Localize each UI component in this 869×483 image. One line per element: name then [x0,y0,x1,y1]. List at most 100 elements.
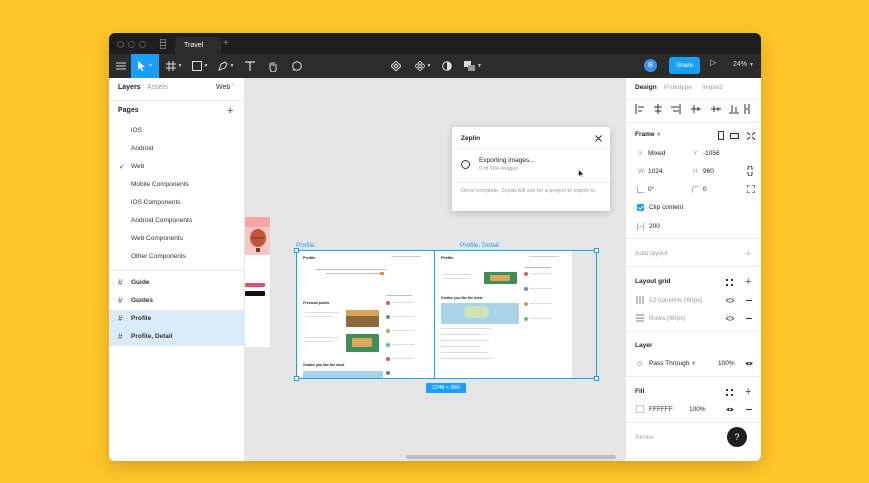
layer-profile[interactable]: # Profile [109,310,245,328]
divider [109,100,245,101]
hand-tool-button[interactable] [265,54,281,78]
toolbar: ▼ ▼ ▼ ▼ ▼ ▼ [109,54,761,78]
mask-button[interactable] [439,54,455,78]
y-input[interactable]: -1056 [703,150,720,157]
layer-label: Guides [131,297,154,304]
close-window-icon[interactable] [117,41,124,48]
fill-styles-icon[interactable] [726,389,733,396]
page-item-android[interactable]: Android [131,145,153,152]
portrait-icon[interactable] [718,131,724,140]
tab-assets[interactable]: Assets [147,84,168,91]
canvas[interactable]: Profile Profile, Detail Profile Previous… [245,78,625,461]
resize-handle[interactable] [294,248,299,253]
stroke-section-title: Stroke [635,434,654,441]
layer-section-title: Layer [635,342,653,349]
remove-grid-icon[interactable] [746,300,752,301]
page-item-mobile-components[interactable]: Mobile Components [131,181,189,188]
layer-label: Profile [131,315,152,322]
component-icon [391,61,401,71]
layer-opacity-input[interactable]: 100% [718,360,735,367]
zeplin-dialog: Zeplin Exporting images... 0 of 164 imag… [452,127,610,211]
present-play-icon[interactable]: ▷ [710,58,716,67]
page-item-other-components[interactable]: Other Components [131,253,186,260]
eye-icon[interactable] [745,361,753,366]
w-input[interactable]: 1024 [648,168,662,175]
tab-design[interactable]: Design [635,84,657,91]
independent-corners-icon[interactable] [747,185,755,193]
menu-icon[interactable] [112,54,130,78]
frame-section-title[interactable]: Frame ▼ [635,131,661,138]
page-item-web-components[interactable]: Web Components [131,235,183,242]
spacing-input[interactable]: 200 [649,223,660,230]
frame-label-profile-detail[interactable]: Profile, Detail [460,242,499,249]
blend-mode-dropdown[interactable]: Pass Through ▼ [649,360,696,367]
layer-profile-detail[interactable]: # Profile, Detail [109,328,245,346]
frame-tool-button[interactable]: ▼ [163,54,185,78]
help-button[interactable]: ? [727,427,747,447]
tab-layers[interactable]: Layers [118,84,141,91]
selection-box[interactable] [296,250,597,379]
pen-tool-button[interactable]: ▼ [215,54,237,78]
grid-columns-label[interactable]: 12 columns (60px) [649,297,702,304]
resize-to-fit-icon[interactable] [747,132,755,140]
minimize-window-icon[interactable] [128,41,135,48]
resize-handle[interactable] [594,376,599,381]
remove-fill-icon[interactable] [746,409,752,410]
grid-styles-icon[interactable] [726,279,733,286]
boolean-button[interactable]: ▼ [462,54,484,78]
page-item-android-components[interactable]: Android Components [131,217,192,224]
comment-tool-button[interactable] [289,54,305,78]
text-tool-button[interactable] [242,54,258,78]
add-page-icon[interactable]: + [227,106,233,117]
fill-opacity-input[interactable]: 100% [689,406,706,413]
fill-color-swatch[interactable] [636,405,644,413]
offscreen-frame[interactable] [245,217,270,347]
layer-guide[interactable]: # Guide [109,274,245,292]
shape-tool-button[interactable]: ▼ [189,54,211,78]
fill-hex-input[interactable]: FFFFFF [649,406,673,413]
share-button[interactable]: Share [669,57,700,74]
left-panel: Layers Assets Web ˆ Pages + iOS Android … [109,78,245,461]
remove-grid-icon[interactable] [746,318,752,319]
eye-icon[interactable] [726,407,734,412]
add-fill-icon[interactable]: + [745,387,751,398]
landscape-icon [730,133,739,139]
page-item-web[interactable]: Web [131,163,144,170]
zoom-dropdown[interactable]: 24% ▼ [733,61,754,68]
new-tab-button[interactable]: + [223,37,229,51]
add-auto-layout-icon[interactable]: + [745,249,751,260]
tab-travel[interactable]: Travel [175,37,221,54]
hot-air-balloon-icon [250,229,266,252]
constrain-proportions-icon[interactable] [747,166,753,176]
resize-handle[interactable] [294,376,299,381]
layer-guides[interactable]: # Guides [109,292,245,310]
x-input[interactable]: Mixed [648,150,665,157]
maximize-window-icon[interactable] [139,41,146,48]
right-panel: Design Prototype Inspect Frame ▼ X Mixed… [625,78,761,461]
tab-inspect[interactable]: Inspect [702,84,723,91]
user-avatar[interactable]: B [644,59,657,72]
create-component-button[interactable]: ▼ [412,54,434,78]
resize-handle[interactable] [594,248,599,253]
w-label: W [638,168,645,175]
corner-radius-input[interactable]: 0 [703,186,707,193]
grid-rows-label[interactable]: Rows (60px) [649,315,685,322]
page-item-ios-components[interactable]: iOS Components [131,199,181,206]
add-layout-grid-icon[interactable]: + [745,277,751,288]
alignment-toolbar[interactable] [635,104,755,114]
horizontal-scrollbar[interactable] [406,455,616,459]
visibility-icon[interactable] [726,316,734,321]
page-item-ios[interactable]: iOS [131,127,142,134]
page-selector[interactable]: Web ˆ [216,84,234,91]
h-input[interactable]: 960 [703,168,714,175]
rotation-input[interactable]: 0° [648,186,654,193]
layer-label: Profile, Detail [131,333,173,340]
move-tool-button[interactable]: ▼ [131,54,159,78]
export-note: Once complete, Zeplin will ask for a pro… [461,188,597,194]
components-button[interactable] [388,54,404,78]
frame-hash-icon: # [118,296,123,305]
figma-logo-icon[interactable] [160,39,166,49]
tab-prototype[interactable]: Prototype [664,84,692,91]
close-icon[interactable] [595,135,602,142]
visibility-icon[interactable] [726,298,734,303]
